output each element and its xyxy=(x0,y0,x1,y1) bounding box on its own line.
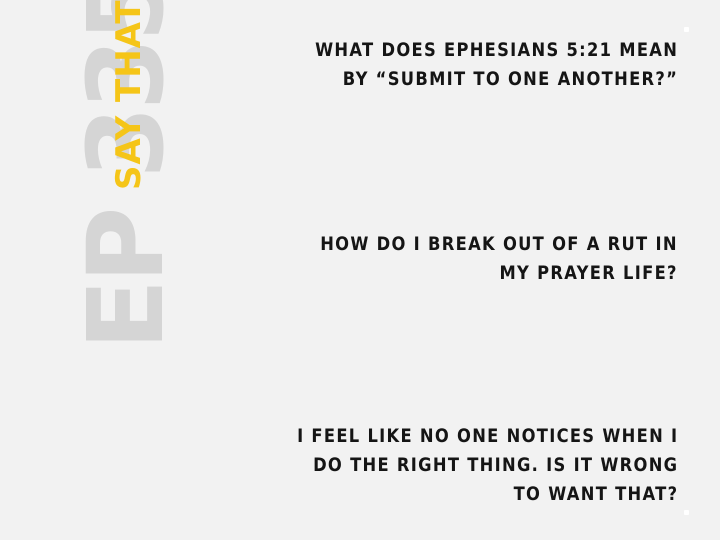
corner-mark-top xyxy=(684,27,689,32)
question-3: I FEEL LIKE NO ONE NOTICES WHEN I DO THE… xyxy=(296,425,678,505)
question-2: HOW DO I BREAK OUT OF A RUT IN MY PRAYER… xyxy=(320,233,678,284)
question-1: WHAT DOES EPHESIANS 5:21 MEAN BY “SUBMIT… xyxy=(314,39,678,90)
corner-mark-bottom xyxy=(684,510,689,515)
show-name: SAY THAT! xyxy=(109,0,149,190)
episode-banner: EP 335 SAY THAT! xyxy=(0,0,187,350)
